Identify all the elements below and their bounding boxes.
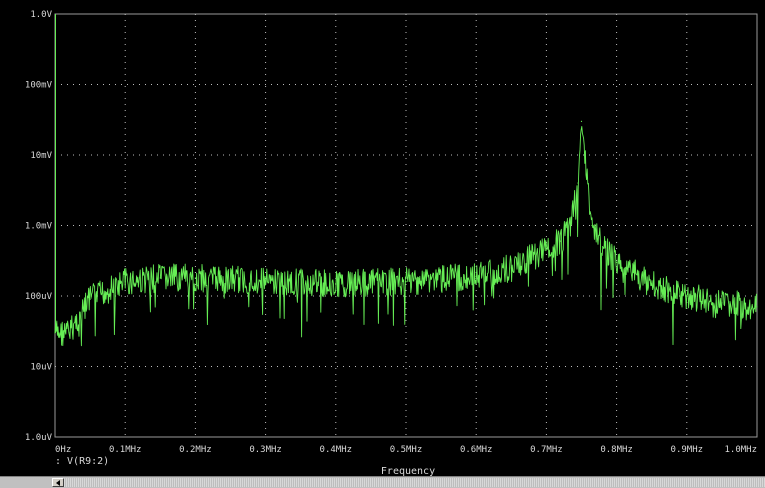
x-tick-label: 0.2MHz bbox=[179, 445, 212, 455]
scroll-track[interactable] bbox=[64, 478, 765, 487]
data-point bbox=[580, 120, 583, 122]
y-tick-label: 100mV bbox=[25, 81, 53, 91]
x-tick-labels: 0Hz 0.1MHz 0.2MHz 0.3MHz 0.4MHz 0.5MHz 0.6MHz 0… bbox=[55, 445, 757, 455]
data-point bbox=[265, 281, 267, 283]
x-axis-label: Frequency bbox=[381, 466, 435, 476]
frequency-plot: 1.0V 100mV 10mV 1.0mV 100uV 10uV 1.0uV 0Hz 0.1M… bbox=[25, 10, 758, 476]
x-tick-label: 0Hz bbox=[55, 445, 71, 455]
data-point bbox=[510, 267, 512, 269]
series-legend: : V(R9:2) bbox=[55, 456, 109, 467]
data-point bbox=[405, 281, 407, 283]
data-point bbox=[686, 295, 688, 297]
x-tick-label: 0.3MHz bbox=[249, 445, 282, 455]
data-point bbox=[68, 332, 70, 334]
data-point bbox=[335, 282, 337, 285]
data-point bbox=[475, 275, 477, 277]
data-point bbox=[756, 306, 758, 308]
y-tick-labels: 1.0V 100mV 10mV 1.0mV 100uV 10uV 1.0uV bbox=[25, 10, 53, 443]
y-tick-label: 1.0mV bbox=[25, 222, 53, 232]
series-layer bbox=[54, 14, 758, 347]
data-point bbox=[159, 277, 161, 279]
data-point bbox=[591, 224, 593, 227]
data-point bbox=[601, 246, 604, 248]
plot-border bbox=[54, 13, 758, 438]
x-tick-label: 0.6MHz bbox=[460, 445, 493, 455]
data-point bbox=[559, 240, 562, 242]
data-point bbox=[124, 281, 126, 283]
data-point bbox=[194, 277, 196, 279]
horizontal-scrollbar[interactable] bbox=[0, 476, 765, 488]
data-point bbox=[721, 302, 723, 304]
y-tick-label: 10uV bbox=[30, 363, 52, 373]
scroll-left-arrow-icon[interactable] bbox=[52, 478, 64, 487]
data-point bbox=[545, 249, 548, 251]
data-point bbox=[89, 298, 91, 300]
y-tick-label: 1.0V bbox=[30, 10, 52, 20]
data-point bbox=[651, 282, 653, 285]
plot-grid bbox=[54, 13, 758, 438]
x-tick-label: 0.9MHz bbox=[671, 445, 704, 455]
data-point bbox=[577, 182, 579, 184]
y-tick-label: 10mV bbox=[30, 151, 52, 161]
x-tick-label: 1.0MHz bbox=[724, 445, 757, 455]
x-tick-label: 0.8MHz bbox=[600, 445, 633, 455]
y-tick-label: 100uV bbox=[25, 292, 53, 302]
x-tick-label: 0.5MHz bbox=[390, 445, 423, 455]
y-tick-label: 1.0uV bbox=[25, 433, 53, 443]
data-point bbox=[584, 154, 586, 156]
data-point bbox=[570, 224, 572, 227]
x-tick-label: 0.1MHz bbox=[109, 445, 142, 455]
x-tick-label: 0.7MHz bbox=[530, 445, 563, 455]
x-tick-label: 0.4MHz bbox=[320, 445, 353, 455]
data-point bbox=[616, 261, 618, 263]
